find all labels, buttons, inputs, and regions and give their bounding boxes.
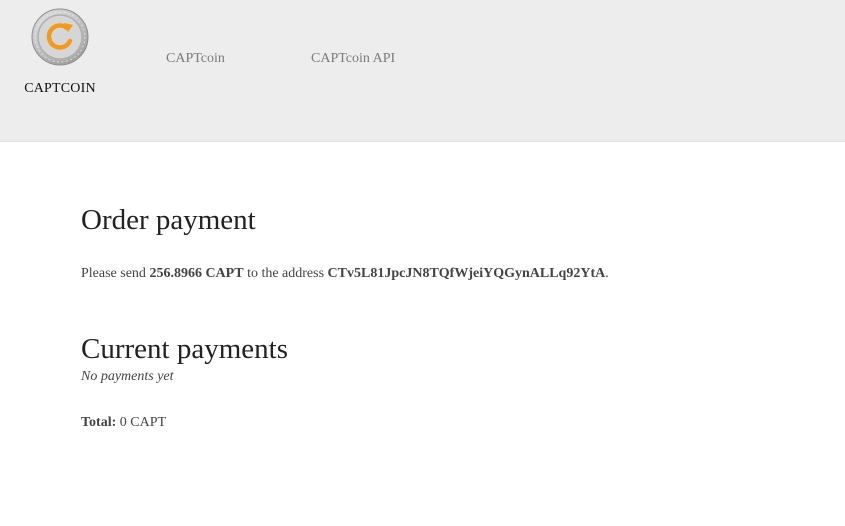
payments-total: Total: 0 CAPT bbox=[81, 415, 781, 431]
site-header: CAPTCOIN CAPTcoin CAPTcoin API bbox=[0, 0, 845, 142]
instruction-end: . bbox=[605, 265, 609, 281]
order-payment-title: Order payment bbox=[81, 204, 256, 236]
nav-link-captcoin-api[interactable]: CAPTcoin API bbox=[311, 51, 395, 67]
payment-address: CTv5L81JpcJN8TQfWjeiYQGynALLq92YtA bbox=[327, 265, 606, 281]
instruction-middle: to the address bbox=[243, 265, 328, 281]
captcoin-coin-icon bbox=[31, 8, 89, 66]
brand-name: CAPTCOIN bbox=[24, 81, 96, 96]
no-payments-note: No payments yet bbox=[81, 368, 174, 384]
payment-instruction: Please send 256.8966 CAPT to the address… bbox=[81, 266, 781, 282]
instruction-prefix: Please send bbox=[81, 265, 150, 281]
payment-amount: 256.8966 CAPT bbox=[149, 265, 244, 281]
brand-home-link[interactable]: CAPTCOIN bbox=[18, 8, 102, 97]
main-content: Order payment Please send 256.8966 CAPT … bbox=[81, 190, 781, 431]
total-value: 0 CAPT bbox=[116, 414, 167, 430]
nav-link-captcoin[interactable]: CAPTcoin bbox=[166, 51, 225, 67]
total-label: Total: bbox=[81, 414, 117, 430]
current-payments-title: Current payments bbox=[81, 332, 288, 365]
